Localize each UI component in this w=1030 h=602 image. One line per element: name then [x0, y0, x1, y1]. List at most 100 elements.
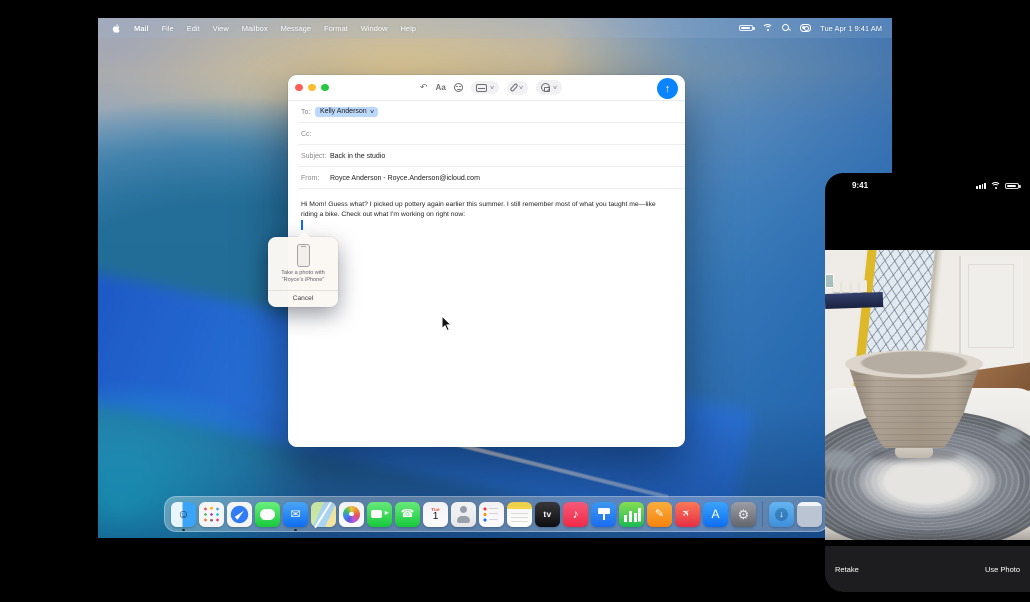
- menu-item-mail[interactable]: Mail: [134, 24, 149, 33]
- wifi-icon[interactable]: [762, 24, 773, 32]
- dock-messages-icon[interactable]: [255, 502, 280, 527]
- iphone-icon: [297, 244, 310, 267]
- popover-text-line2: “Royce’s iPhone”: [268, 277, 338, 284]
- dock-numbers-icon[interactable]: [619, 502, 644, 527]
- cc-label: Cc:: [301, 131, 312, 138]
- clay-smudge: [997, 428, 1023, 444]
- photo-browser-icon: [476, 84, 487, 92]
- pot-foot: [895, 447, 933, 458]
- dock-launchpad-icon[interactable]: [199, 502, 224, 527]
- appstore-glyph: A: [711, 508, 719, 520]
- mail-compose-window: ↶ Aa ∨ ∨ ∨ ↑ To: Kelly Anderson∨ Cc: Sub…: [288, 75, 685, 447]
- dock-photos-icon[interactable]: [339, 502, 364, 527]
- battery-icon[interactable]: [739, 25, 753, 32]
- rocket-glyph: ✈: [681, 507, 694, 520]
- to-field-row[interactable]: To: Kelly Anderson∨: [288, 101, 685, 123]
- dock-downloads-icon[interactable]: ↓: [769, 502, 794, 527]
- message-body-text: Hi Mom! Guess what? I picked up pottery …: [301, 201, 656, 218]
- pottery-piece: [852, 282, 858, 292]
- dock-keynote-icon[interactable]: [591, 502, 616, 527]
- retake-button[interactable]: Retake: [835, 565, 859, 574]
- dock-rocket-icon[interactable]: ✈: [675, 502, 700, 527]
- continuity-camera-icon: [541, 83, 551, 93]
- downloads-glyph: ↓: [775, 508, 788, 521]
- photo-vignette: [825, 526, 1030, 540]
- menu-item-file[interactable]: File: [162, 24, 174, 33]
- paperclip-icon: [509, 83, 518, 92]
- iphone-camera-panel: 9:41 Retake Use Photo: [825, 173, 1030, 592]
- settings-glyph: ⚙: [738, 508, 750, 521]
- mail-toolbar: ↶ Aa ∨ ∨ ∨ ↑: [288, 75, 685, 101]
- pages-glyph: ✎: [655, 509, 664, 520]
- use-photo-button[interactable]: Use Photo: [985, 565, 1020, 574]
- pottery-piece: [842, 279, 850, 292]
- dock-tv-icon[interactable]: tv: [535, 502, 560, 527]
- from-field-row[interactable]: From: Royce Anderson - Royce.Anderson@ic…: [288, 167, 685, 189]
- zoom-window-button[interactable]: [321, 84, 329, 92]
- dock-appstore-icon[interactable]: A: [703, 502, 728, 527]
- emoji-icon: [454, 83, 463, 92]
- attach-file-button[interactable]: ∨: [507, 81, 528, 95]
- battery-icon: [1005, 183, 1019, 190]
- dock-facetime-icon[interactable]: ▸: [367, 502, 392, 527]
- dock-finder-icon[interactable]: ☺: [171, 502, 196, 527]
- menu-item-edit[interactable]: Edit: [187, 24, 200, 33]
- menu-item-message[interactable]: Message: [281, 24, 311, 33]
- menu-clock[interactable]: Tue Apr 1 9:41 AM: [820, 24, 882, 33]
- camera-preview-photo: [825, 250, 1030, 540]
- dock-calendar-icon[interactable]: Tue1: [423, 502, 448, 527]
- apple-logo-icon[interactable]: [112, 23, 121, 34]
- dock-reminders-icon[interactable]: [479, 502, 504, 527]
- cc-field-row[interactable]: Cc:: [288, 123, 685, 145]
- menu-item-format[interactable]: Format: [324, 24, 348, 33]
- calendar-day: 1: [433, 512, 439, 521]
- dock-maps-icon[interactable]: [311, 502, 336, 527]
- cancel-button[interactable]: Cancel: [268, 291, 338, 307]
- menu-item-mailbox[interactable]: Mailbox: [242, 24, 268, 33]
- menu-item-help[interactable]: Help: [400, 24, 415, 33]
- chevron-down-icon: ∨: [489, 85, 495, 91]
- dock-safari-icon[interactable]: [227, 502, 252, 527]
- mail-glyph: ✉: [290, 508, 300, 520]
- menu-bar: Mail File Edit View Mailbox Message Format Wind…: [98, 18, 892, 38]
- emoji-button[interactable]: [454, 83, 463, 92]
- format-text-button[interactable]: Aa: [436, 83, 446, 92]
- menu-item-window[interactable]: Window: [361, 24, 388, 33]
- recipient-pill[interactable]: Kelly Anderson∨: [315, 107, 378, 118]
- dock: ☺ ✉ ▸☎Tue1 tv ♪ ✎ ✈ A ⚙ ↓: [164, 496, 829, 532]
- pottery-piece: [860, 280, 867, 292]
- finder-glyph: ☺: [177, 508, 189, 520]
- shelf: [825, 292, 883, 309]
- pottery-piece: [833, 281, 840, 292]
- spotlight-search-icon[interactable]: [782, 24, 791, 33]
- photo-browser-button[interactable]: ∨: [471, 81, 499, 94]
- chevron-down-icon: ∨: [369, 109, 375, 115]
- camera-action-bar: Retake Use Photo: [825, 546, 1030, 592]
- dock-phone-icon[interactable]: ☎: [395, 502, 420, 527]
- undo-button[interactable]: ↶: [420, 82, 428, 93]
- dock-notes-icon[interactable]: [507, 502, 532, 527]
- to-label: To:: [301, 109, 315, 116]
- popover-text-line1: Take a photo with: [268, 270, 338, 277]
- minimize-window-button[interactable]: [308, 84, 316, 92]
- tv-glyph: tv: [543, 510, 551, 519]
- cellular-signal-icon: [976, 183, 986, 190]
- insert-from-iphone-button[interactable]: ∨: [536, 80, 563, 95]
- dock-settings-icon[interactable]: ⚙: [731, 502, 756, 527]
- chevron-down-icon: ∨: [553, 85, 559, 91]
- dock-mail-icon[interactable]: ✉: [283, 502, 308, 527]
- subject-field-row[interactable]: Subject: Back in the studio: [288, 145, 685, 167]
- macos-desktop: Mail File Edit View Mailbox Message Format Wind…: [98, 18, 892, 538]
- dock-contacts-icon[interactable]: [451, 502, 476, 527]
- wifi-icon: [990, 182, 1001, 190]
- message-body-editor[interactable]: Hi Mom! Guess what? I picked up pottery …: [288, 189, 685, 435]
- close-window-button[interactable]: [295, 84, 303, 92]
- dock-pages-icon[interactable]: ✎: [647, 502, 672, 527]
- control-center-icon[interactable]: [800, 24, 811, 32]
- dock-music-icon[interactable]: ♪: [563, 502, 588, 527]
- chevron-down-icon: ∨: [518, 85, 524, 91]
- pot-rim: [845, 350, 983, 378]
- menu-item-view[interactable]: View: [213, 24, 229, 33]
- dock-trash-icon[interactable]: [797, 502, 822, 527]
- send-button[interactable]: ↑: [657, 78, 678, 99]
